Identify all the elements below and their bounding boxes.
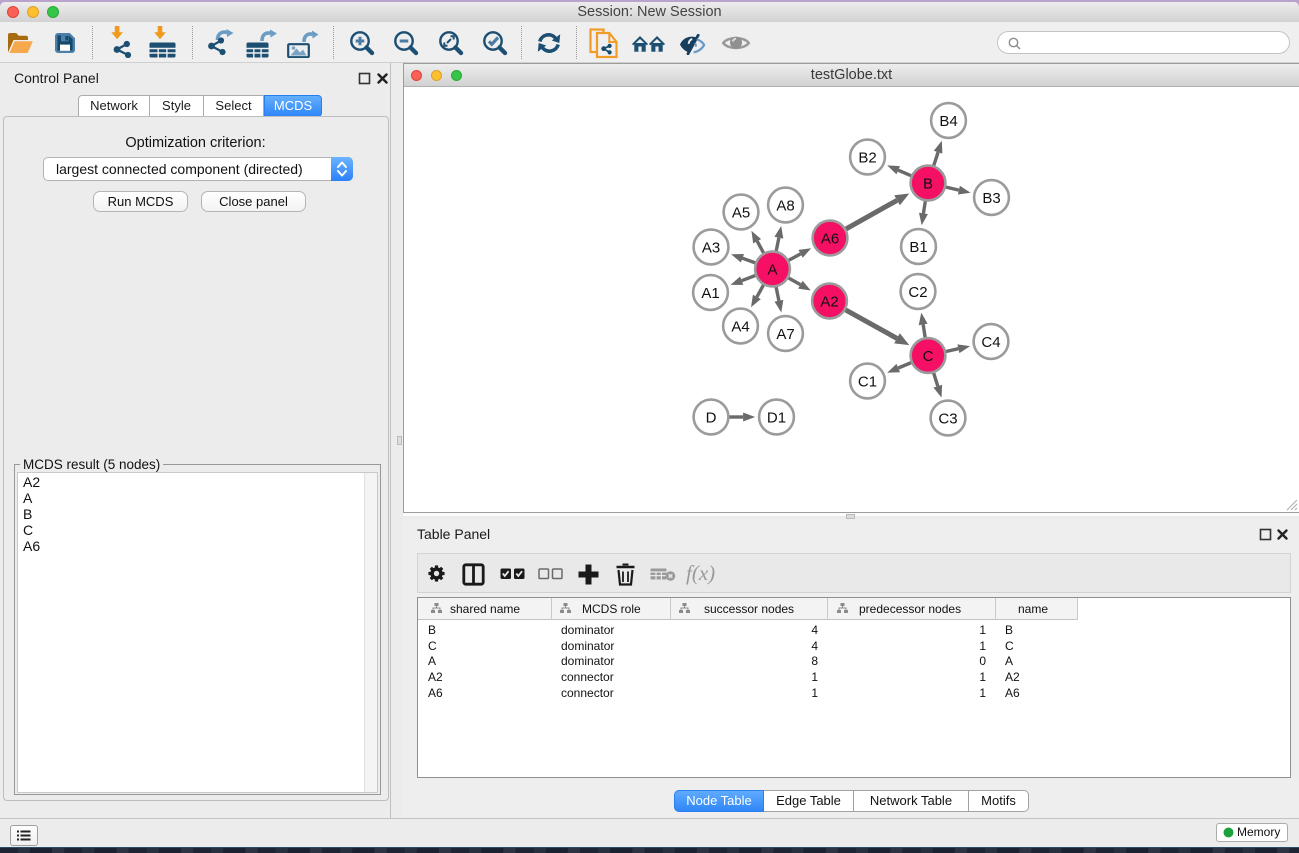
svg-text:C2: C2 (908, 284, 927, 301)
svg-text:B: B (923, 175, 933, 192)
svg-text:A6: A6 (821, 230, 839, 247)
svg-text:C1: C1 (858, 373, 877, 390)
svg-text:B3: B3 (982, 190, 1000, 207)
svg-text:A2: A2 (820, 293, 838, 310)
svg-text:A5: A5 (732, 204, 750, 221)
svg-text:B4: B4 (939, 113, 957, 130)
svg-text:C3: C3 (938, 410, 957, 427)
svg-text:C4: C4 (981, 334, 1000, 351)
svg-text:A7: A7 (776, 326, 794, 343)
svg-text:B2: B2 (858, 149, 876, 166)
svg-text:C: C (923, 348, 934, 365)
svg-text:A: A (767, 261, 777, 278)
svg-text:A8: A8 (776, 197, 794, 214)
svg-text:D1: D1 (767, 409, 786, 426)
svg-text:D: D (706, 409, 717, 426)
svg-text:A3: A3 (702, 239, 720, 256)
svg-text:A4: A4 (731, 318, 749, 335)
svg-text:B1: B1 (909, 239, 927, 256)
svg-text:A1: A1 (701, 285, 719, 302)
